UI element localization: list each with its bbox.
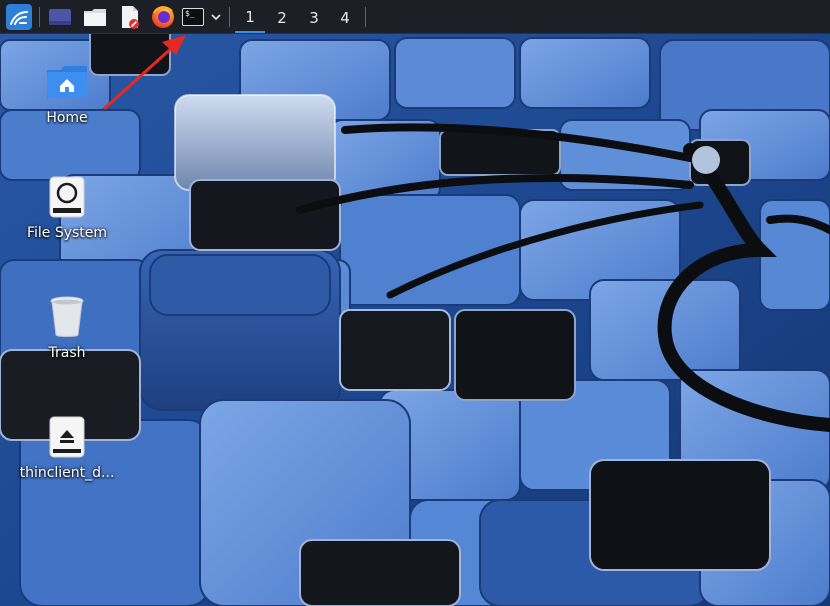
- panel-separator: [39, 7, 40, 27]
- terminal-icon[interactable]: $_: [180, 3, 206, 31]
- workspace-4-button[interactable]: 4: [330, 3, 360, 33]
- workspace-2-button[interactable]: 2: [267, 3, 297, 33]
- eject-drive-icon: [45, 415, 89, 459]
- home-folder-icon: [45, 60, 89, 104]
- desktop-icon-file-system[interactable]: File System: [12, 175, 122, 241]
- desktop-icon-thinclient-drive[interactable]: thinclient_d...: [12, 415, 122, 481]
- text-editor-icon[interactable]: [118, 3, 142, 31]
- drive-icon: [45, 175, 89, 219]
- panel-separator: [365, 7, 366, 27]
- desktop-icon-trash[interactable]: Trash: [12, 295, 122, 361]
- desktop-icon-label: File System: [26, 225, 108, 241]
- workspace-1-button[interactable]: 1: [235, 3, 265, 33]
- desktop-icon-label: Home: [46, 110, 88, 126]
- file-manager-icon[interactable]: [82, 3, 108, 31]
- chevron-down-icon[interactable]: [208, 3, 224, 31]
- show-desktop-icon[interactable]: [47, 3, 73, 31]
- desktop-icon-label: thinclient_d...: [19, 465, 115, 481]
- kali-menu-icon[interactable]: [4, 3, 34, 31]
- trash-icon: [45, 295, 89, 339]
- desktop-wallpaper: [0, 0, 830, 606]
- desktop-icon-home[interactable]: Home: [12, 60, 122, 126]
- desktop-icon-label: Trash: [48, 345, 86, 361]
- terminal-glyph: $_: [185, 9, 195, 18]
- panel-separator: [229, 7, 230, 27]
- firefox-icon[interactable]: [150, 3, 176, 31]
- top-panel: $_ 1 2 3 4: [0, 0, 830, 34]
- workspace-3-button[interactable]: 3: [299, 3, 329, 33]
